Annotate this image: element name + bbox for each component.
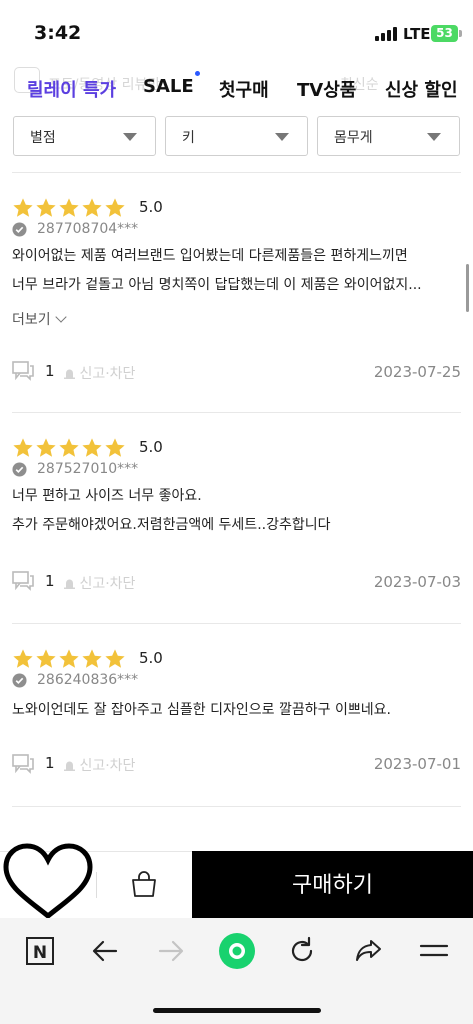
battery-cap [459,30,462,37]
filter-label: 별점 [30,130,56,146]
review-text-line: 너무 브라가 겉돌고 아님 명치쪽이 답답했는데 이 제품은 와이어없지... [12,277,422,293]
verified-check-icon [12,673,27,688]
star-icon [13,438,33,457]
rating-value: 5.0 [139,649,163,667]
buy-button[interactable]: 구매하기 [192,851,473,918]
star-icon [59,438,79,457]
comment-icon[interactable] [12,754,34,774]
nav-item-first-purchase[interactable]: 첫구매 [219,76,269,102]
star-icon [105,649,125,668]
caret-down-icon [427,133,441,141]
review-text-line: 추가 주문해야겠어요.저렴한금액에 두세트..강추합니다 [12,517,331,533]
star-icon [13,198,33,217]
divider [12,172,461,173]
comment-count: 1 [45,754,55,772]
heart-icon[interactable] [0,841,96,921]
review-item: 5.0 287527010*** 너무 편하고 사이즈 너무 좋아요. 추가 주… [12,437,461,607]
verified-check-icon [12,222,27,237]
reviewer-id: 287527010*** [37,461,139,477]
star-icon [36,649,56,668]
shopping-bag-icon[interactable] [129,869,159,899]
siren-icon [64,579,75,589]
divider [12,623,461,624]
star-icon [105,438,125,457]
review-text-line: 노와이언데도 잘 잡아주고 심플한 디자인으로 깔끔하구 이쁘네요. [12,702,391,718]
caret-down-icon [123,133,137,141]
siren-icon [64,369,75,379]
forward-arrow-icon[interactable] [154,934,188,968]
battery-icon: 53 [431,25,458,42]
divider [12,412,461,413]
report-label: 신고·차단 [79,576,136,592]
star-icon [59,649,79,668]
nav-item-tv-products[interactable]: TV상품 [297,76,356,102]
filter-weight-select[interactable]: 몸무게 [317,116,460,156]
filter-height-select[interactable]: 키 [165,116,308,156]
more-label: 더보기 [12,312,51,328]
filter-label: 몸무게 [334,130,373,146]
review-text-line: 너무 편하고 사이즈 너무 좋아요. [12,488,202,504]
caret-down-icon [275,133,289,141]
back-arrow-icon[interactable] [88,934,122,968]
review-text-line: 와이어없는 제품 여러브랜드 입어봤는데 다른제품들은 편하게느끼면 [12,248,408,264]
divider [96,872,97,898]
star-icon [82,438,102,457]
star-icon [82,198,102,217]
home-circle-icon[interactable] [217,931,257,971]
star-icon [13,649,33,668]
review-date: 2023-07-01 [373,755,461,773]
svg-text:N: N [33,943,47,963]
network-label: LTE [403,25,431,43]
report-label: 신고·차단 [79,366,136,382]
refresh-icon[interactable] [285,934,319,968]
comment-icon[interactable] [12,361,34,381]
nav-item-relay-sale[interactable]: 릴레이 특가 [27,76,116,102]
rating-value: 5.0 [139,438,163,456]
review-date: 2023-07-03 [373,573,461,591]
star-icon [105,198,125,217]
status-bar: 3:42 LTE 53 [0,0,473,62]
star-icon [36,438,56,457]
review-item: 5.0 287708704*** 와이어없는 제품 여러브랜드 입어봤는데 다른… [12,197,461,397]
rating-value: 5.0 [139,198,163,216]
review-item: 5.0 286240836*** 노와이언데도 잘 잡아주고 심플한 디자인으로… [12,648,461,788]
comment-count: 1 [45,362,55,380]
reviewer-id: 286240836*** [37,672,139,688]
naver-n-icon[interactable]: N [23,934,57,968]
filter-rating-select[interactable]: 별점 [13,116,156,156]
comment-icon[interactable] [12,571,34,591]
star-icon [82,649,102,668]
status-time: 3:42 [34,22,82,44]
report-label: 신고·차단 [79,758,136,774]
scrollbar[interactable] [466,264,469,312]
verified-check-icon [12,462,27,477]
siren-icon [64,761,75,771]
new-badge-dot [195,71,200,76]
nav-item-new-discount[interactable]: 신상 할인 [385,76,458,102]
share-icon[interactable] [351,934,385,968]
filter-label: 키 [182,130,195,146]
report-block-button[interactable]: 신고·차단 [64,363,135,383]
report-block-button[interactable]: 신고·차단 [64,755,135,775]
nav-item-sale[interactable]: SALE [143,76,194,97]
star-icon [59,198,79,217]
signal-icon [375,27,397,41]
report-block-button[interactable]: 신고·차단 [64,573,135,593]
star-icon [36,198,56,217]
home-indicator [153,1008,321,1013]
reviewer-id: 287708704*** [37,221,139,237]
review-date: 2023-07-25 [373,363,461,381]
more-button[interactable]: 더보기 [12,309,67,329]
divider [12,806,461,807]
comment-count: 1 [45,572,55,590]
chevron-down-icon [54,311,67,323]
menu-icon[interactable] [417,934,451,968]
